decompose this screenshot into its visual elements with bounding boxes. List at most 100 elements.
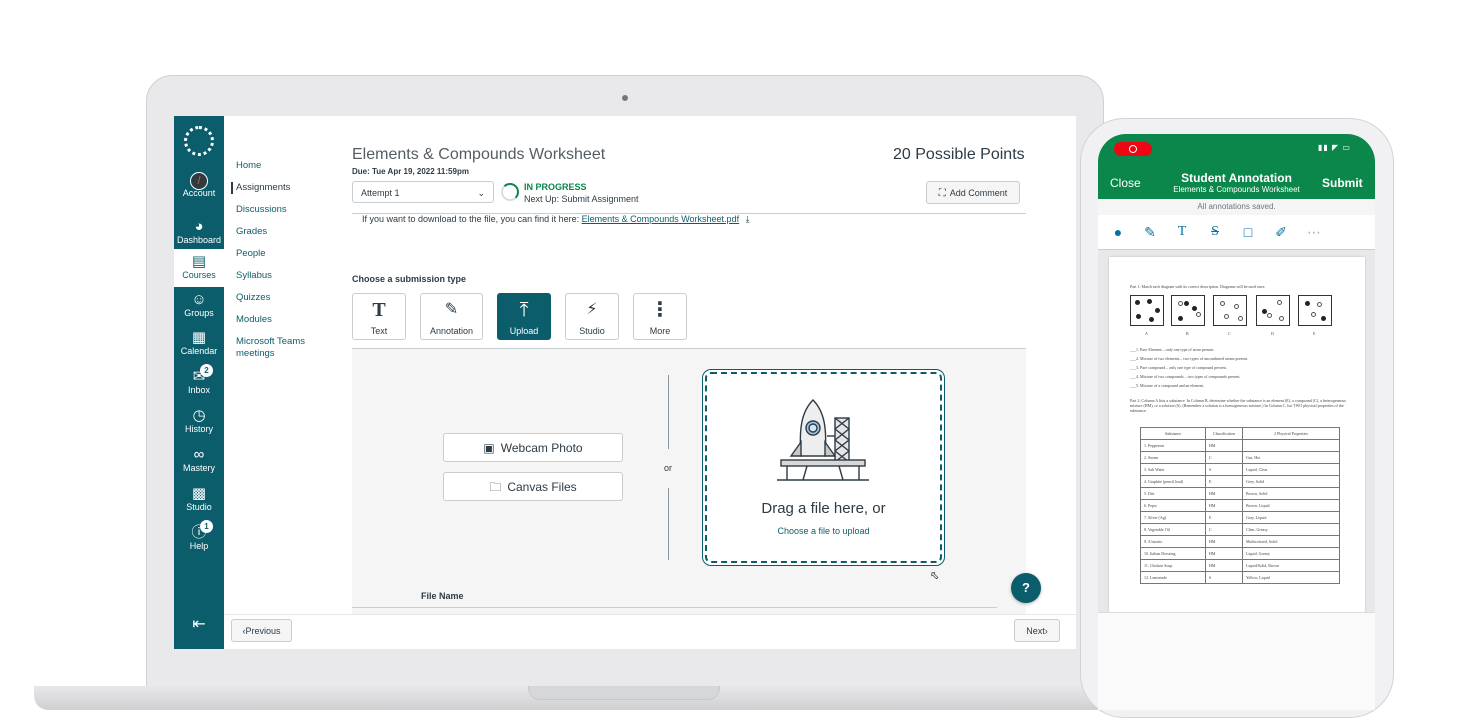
pin-icon[interactable]: ● (1108, 222, 1128, 242)
global-nav-mastery[interactable]: ∞ Mastery (174, 446, 224, 473)
webcam-photo-button[interactable]: ▣ Webcam Photo (443, 433, 623, 462)
description-2: ___2. Mixture of two elements – two type… (1130, 356, 1249, 361)
description-3: ___3. Pure compound – only one type of c… (1130, 365, 1227, 370)
choose-file-link[interactable]: Choose a file to upload (707, 526, 940, 536)
worksheet-page[interactable]: Part 1: Match each diagram with its corr… (1109, 257, 1365, 612)
course-nav-quizzes[interactable]: Quizzes (236, 292, 336, 304)
course-nav-discussions[interactable]: Discussions (236, 204, 336, 216)
course-nav-syllabus[interactable]: Syllabus (236, 270, 336, 282)
help-button[interactable]: ? (1011, 573, 1041, 603)
previous-button[interactable]: ‹Previous (231, 619, 292, 642)
course-nav-people[interactable]: People (236, 248, 336, 260)
global-nav-help[interactable]: ⓘ Help 1 (174, 520, 224, 551)
box-icon[interactable]: □ (1238, 222, 1258, 242)
download-note: If you want to download to the file, you… (362, 214, 750, 224)
global-nav-groups[interactable]: ☺ Groups (174, 291, 224, 318)
laptop-camera (622, 95, 628, 101)
laptop-screen: / Account ◕ Dashboard ▤ Courses ☺ Groups… (174, 116, 1076, 649)
global-nav-dashboard[interactable]: ◕ Dashboard (174, 218, 224, 245)
assignment-title: Elements & Compounds Worksheet (352, 146, 606, 163)
attempt-value: Attempt 1 (361, 188, 400, 198)
comment-icon: ⛶ (938, 188, 946, 199)
courses-icon: ▤ (191, 253, 207, 270)
table-row: 8. Vegetable Oil C Clear, Greasy (1140, 523, 1340, 536)
attempt-select[interactable]: Attempt 1 ⌄ (352, 181, 494, 203)
file-dropzone[interactable]: Drag a file here, or Choose a file to up… (705, 372, 942, 563)
divider (668, 488, 669, 560)
strikethrough-icon[interactable]: S (1205, 222, 1225, 242)
global-nav-studio[interactable]: ▩ Studio (174, 485, 224, 512)
recording-indicator-icon (1114, 142, 1152, 156)
mouse-cursor-icon: ⬁ (930, 570, 940, 582)
due-date: Due: Tue Apr 19, 2022 11:59pm (352, 167, 469, 176)
table-header: 2 Physical Properties (1242, 427, 1340, 440)
or-label: or (664, 463, 673, 473)
diagram-b (1171, 295, 1205, 326)
camera-icon: ▣ (483, 441, 495, 455)
help-icon: ⓘ (191, 524, 207, 541)
global-nav: / Account ◕ Dashboard ▤ Courses ☺ Groups… (174, 116, 224, 649)
history-icon: ◷ (192, 407, 206, 424)
table-row: 11. Chicken Soup HM Liquid/Solid, Brown (1140, 559, 1340, 572)
course-nav-modules[interactable]: Modules (236, 314, 336, 326)
collapse-nav-icon[interactable]: ⇤ (174, 614, 224, 634)
text-icon[interactable]: T (1172, 222, 1192, 242)
table-row: 9. A burrito HM Multicolored, Solid (1140, 535, 1340, 548)
next-up-text: Next Up: Submit Assignment (524, 194, 639, 204)
type-more-button[interactable]: ⋮ More (633, 293, 687, 340)
label-b: B (1186, 331, 1189, 336)
inbox-badge: 2 (200, 364, 213, 377)
course-nav-grades[interactable]: Grades (236, 226, 336, 238)
label-d: D (1271, 331, 1274, 336)
progress-ring-icon (501, 183, 519, 201)
canvas-logo-icon[interactable] (184, 126, 214, 156)
part1-instructions: Part 1: Match each diagram with its corr… (1130, 284, 1266, 289)
submit-button[interactable]: Submit (1322, 176, 1363, 190)
course-nav-teams[interactable]: Microsoft Teams meetings (236, 336, 336, 360)
phone-screen: ▮▮ ◤ ▭ Close Student Annotation Elements… (1098, 134, 1375, 710)
global-nav-calendar[interactable]: ▦ Calendar (174, 329, 224, 356)
download-link[interactable]: Elements & Compounds Worksheet.pdf (582, 214, 739, 224)
label-e: E (1313, 331, 1316, 336)
next-button[interactable]: Next› (1014, 619, 1060, 642)
diagram-a (1130, 295, 1164, 326)
label-c: C (1228, 331, 1231, 336)
course-nav-home[interactable]: Home (236, 160, 336, 172)
table-header: Classification (1205, 427, 1243, 440)
type-annotation-button[interactable]: ✎ Annotation (420, 293, 483, 340)
global-nav-history[interactable]: ◷ History (174, 407, 224, 434)
canvas-files-button[interactable]: 🗀 Canvas Files (443, 472, 623, 501)
inbox-icon: ✉ (192, 368, 206, 385)
global-nav-inbox[interactable]: ✉ Inbox 2 (174, 364, 224, 395)
brush-icon[interactable]: ✐ (1271, 222, 1291, 242)
signal-wifi-battery-icon: ▮▮ ◤ ▭ (1318, 143, 1351, 152)
diagram-d (1256, 295, 1290, 326)
annotation-header: ▮▮ ◤ ▭ Close Student Annotation Elements… (1098, 134, 1375, 199)
status-text: IN PROGRESS (524, 182, 587, 192)
table-row: 4. Graphite (pencil lead) E Grey, Solid (1140, 475, 1340, 488)
add-comment-button[interactable]: ⛶ Add Comment (926, 181, 1020, 204)
phone-bottom-area (1098, 612, 1375, 710)
global-nav-account[interactable]: / Account (174, 171, 224, 198)
course-nav-assignments[interactable]: Assignments (231, 182, 336, 194)
download-icon[interactable]: ⤓ (746, 214, 750, 224)
type-upload-button[interactable]: ⤒ Upload (497, 293, 551, 340)
type-studio-button[interactable]: ⚡ Studio (565, 293, 619, 340)
description-4: ___4. Mixture of two compounds – two typ… (1130, 374, 1241, 379)
label-a: A (1145, 331, 1148, 336)
mastery-icon: ∞ (193, 446, 205, 463)
diagram-c (1213, 295, 1247, 326)
rocket-icon (777, 399, 869, 481)
more-icon[interactable]: ⋯ (1304, 222, 1324, 242)
pencil-icon[interactable]: ✎ (1140, 222, 1160, 242)
divider (352, 607, 997, 608)
submission-type-heading: Choose a submission type (352, 274, 467, 284)
footer-bar (224, 614, 1076, 649)
calendar-icon: ▦ (191, 329, 207, 346)
type-text-button[interactable]: T Text (352, 293, 406, 340)
annotation-icon: ✎ (444, 301, 459, 318)
save-status: All annotations saved. (1098, 199, 1375, 215)
global-nav-courses[interactable]: ▤ Courses (174, 249, 224, 287)
table-row: 3. Salt Water S Liquid, Clear (1140, 463, 1340, 476)
folder-icon: 🗀 (489, 480, 502, 494)
